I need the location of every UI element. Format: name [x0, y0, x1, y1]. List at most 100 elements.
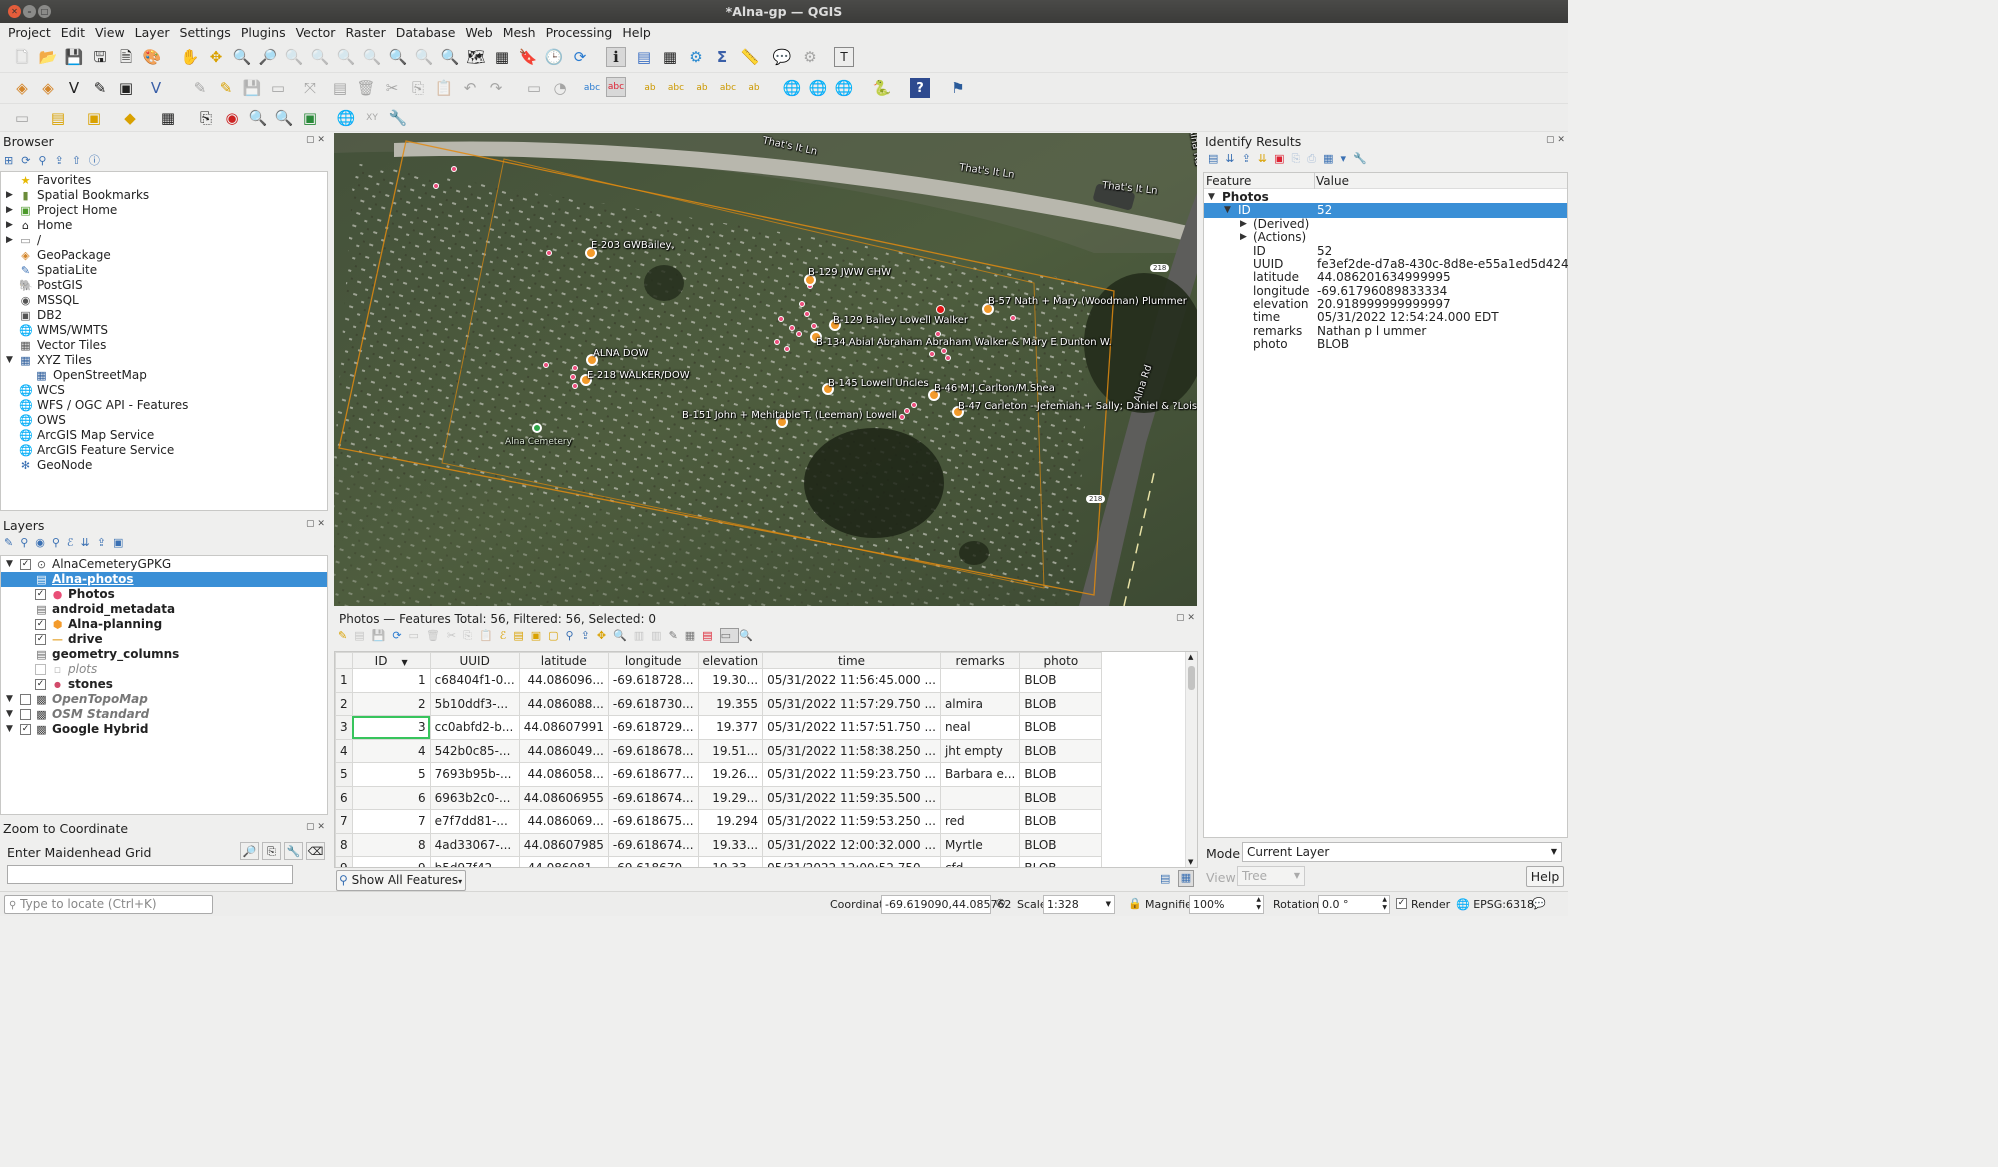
- cut-features-icon[interactable]: ✂: [382, 78, 402, 98]
- whats-this-icon[interactable]: ⚑: [948, 78, 968, 98]
- clear-icon[interactable]: ⌫: [306, 842, 325, 860]
- photo-point[interactable]: [572, 365, 578, 371]
- layer-group-alnacemeterygpkg[interactable]: ▼ ✓ ⊙ AlnaCemeteryGPKG: [1, 557, 327, 572]
- save-edits-icon[interactable]: 💾: [242, 78, 262, 98]
- deselect-all-icon[interactable]: ▣: [84, 108, 104, 128]
- photo-point[interactable]: [546, 250, 552, 256]
- delete-field-icon[interactable]: ▥: [651, 629, 668, 642]
- show-hide-labels-icon[interactable]: abc: [666, 78, 686, 98]
- menu-database[interactable]: Database: [396, 25, 456, 40]
- paste-icon[interactable]: 📋: [479, 629, 500, 642]
- render-checkbox[interactable]: ✓: [1396, 898, 1407, 909]
- layers-panel-float-icon[interactable]: ▢ ✕: [306, 519, 325, 529]
- layer-alna-photos[interactable]: ▤ Alna-photos: [1, 572, 327, 587]
- globe-icon[interactable]: 🌐: [336, 108, 356, 128]
- menu-vector[interactable]: Vector: [296, 25, 336, 40]
- copy-to-clipboard-icon[interactable]: ⎘: [196, 108, 216, 128]
- layer-checkbox[interactable]: ✓: [35, 634, 46, 645]
- save-project-icon[interactable]: 💾: [64, 47, 84, 67]
- menu-edit[interactable]: Edit: [61, 25, 85, 40]
- zoom-panel-float-icon[interactable]: ▢ ✕: [306, 822, 325, 832]
- table-row[interactable]: 8 8 4ad33067-... 44.08607985 -69.618674... 19…: [335, 832, 1103, 857]
- photo-point[interactable]: [941, 348, 947, 354]
- crs-status[interactable]: 🌐 EPSG:6318: [1456, 898, 1534, 911]
- new-3d-view-icon[interactable]: ▦: [492, 47, 512, 67]
- rotation-spinbox[interactable]: 0.0 ° ▲ ▼: [1318, 895, 1390, 914]
- attribute-table-icon[interactable]: ▤: [634, 47, 654, 67]
- open-project-icon[interactable]: 📂: [38, 47, 58, 67]
- layers-toolbar-icons[interactable]: ✎⚲◉⚲ℰ⇊⇪▣: [4, 536, 130, 549]
- menu-view[interactable]: View: [95, 25, 125, 40]
- paste-features-icon[interactable]: 📋: [434, 78, 454, 98]
- zoom-in-icon[interactable]: 🔍: [232, 47, 252, 67]
- field-calculator-icon[interactable]: ▦: [660, 47, 680, 67]
- table-row[interactable]: 5 5 7693b95b-... 44.086058... -69.618677... 1…: [335, 762, 1103, 787]
- show-all-features-button[interactable]: ⚲ Show All Features▾: [336, 870, 467, 891]
- selected-photo-point[interactable]: [936, 305, 945, 314]
- photo-point[interactable]: [774, 339, 780, 345]
- add-feature-icon[interactable]: ▭: [268, 78, 288, 98]
- select-rect-icon[interactable]: ▭: [12, 108, 32, 128]
- menu-help[interactable]: Help: [622, 25, 651, 40]
- select-all-icon[interactable]: ▤: [513, 629, 530, 642]
- photo-point[interactable]: [811, 323, 817, 329]
- scroll-down-icon[interactable]: ▼: [1188, 858, 1193, 866]
- magnifier-tool-icon[interactable]: 🔍: [248, 108, 268, 128]
- data-source-manager-icon[interactable]: ◈: [12, 78, 32, 98]
- column-header[interactable]: photo: [1019, 652, 1103, 669]
- menu-layer[interactable]: Layer: [135, 25, 170, 40]
- map-tips-icon[interactable]: 💬: [772, 47, 792, 67]
- gps-icon[interactable]: ◉: [222, 108, 242, 128]
- mode-select[interactable]: Current Layer ▼: [1242, 842, 1562, 862]
- photo-point[interactable]: [804, 311, 810, 317]
- view-select[interactable]: Tree ▼: [1237, 866, 1305, 886]
- locator-input[interactable]: ⚲ Type to locate (Ctrl+K): [4, 895, 213, 914]
- panel-float-icon[interactable]: ▢ ✕: [306, 135, 325, 145]
- menu-settings[interactable]: Settings: [180, 25, 231, 40]
- column-header[interactable]: UUID: [429, 652, 520, 669]
- redo-icon[interactable]: ↷: [486, 78, 506, 98]
- table-row[interactable]: 6 6 6963b2c0-... 44.08606955 -69.618674... 19…: [335, 785, 1103, 810]
- collapse-all-icon[interactable]: ⇪: [1242, 152, 1258, 165]
- pin-labels-icon[interactable]: ab: [640, 78, 660, 98]
- maximize-icon[interactable]: □: [38, 5, 51, 18]
- photo-point[interactable]: [433, 183, 439, 189]
- map-canvas[interactable]: That's It Ln That's It Ln That's It Ln A…: [334, 133, 1197, 606]
- dock-icon[interactable]: ▭: [719, 628, 739, 643]
- zoom-to-icon[interactable]: 🔎: [240, 842, 259, 860]
- minimize-icon[interactable]: –: [23, 5, 36, 18]
- menu-plugins[interactable]: Plugins: [241, 25, 286, 40]
- vertical-scrollbar[interactable]: ▲ ▼: [1185, 652, 1197, 867]
- pan-to-selected-icon[interactable]: ✥: [597, 629, 613, 642]
- bookmark-icon[interactable]: 🔖: [518, 47, 538, 67]
- table-row[interactable]: 3 3 cc0abfd2-b... 44.08607991 -69.618729... 1…: [335, 715, 1103, 740]
- delete-selected-icon[interactable]: 🗑: [356, 78, 376, 98]
- current-cell[interactable]: 3: [351, 715, 431, 740]
- identify-features-icon[interactable]: ℹ: [606, 47, 626, 67]
- multi-edit-icon[interactable]: ▤: [354, 629, 371, 642]
- form-view-icon[interactable]: ▤: [1160, 872, 1170, 885]
- column-header[interactable]: ID ▼: [351, 652, 431, 669]
- expand-tree-icon[interactable]: ▤: [1208, 152, 1225, 165]
- copy-features-icon[interactable]: ⎘: [408, 78, 428, 98]
- text-annotation-icon[interactable]: T: [834, 47, 854, 67]
- attribute-panel-float-icon[interactable]: ▢ ✕: [1176, 613, 1195, 623]
- coordinate-field[interactable]: -69.619090,44.085762: [881, 895, 1011, 914]
- layer-checkbox[interactable]: [20, 709, 31, 720]
- menu-mesh[interactable]: Mesh: [503, 25, 536, 40]
- copy-icon[interactable]: ⎘: [262, 842, 281, 860]
- identify-feature-row[interactable]: ▼ ID 52: [1204, 203, 1567, 218]
- new-virtual-layer-icon[interactable]: ▣: [116, 78, 136, 98]
- help-contents-icon[interactable]: ?: [910, 78, 930, 98]
- current-edits-icon[interactable]: ✎: [190, 78, 210, 98]
- browser-toolbar-icons[interactable]: ⊞⟳⚲⇪⇧ⓘ: [4, 152, 108, 168]
- photo-point[interactable]: [572, 383, 578, 389]
- add-feature-icon[interactable]: ▭: [409, 629, 426, 642]
- conditional-format-icon[interactable]: ▦: [685, 629, 702, 642]
- photo-point[interactable]: [945, 355, 951, 361]
- select-by-expression-icon[interactable]: ▤: [48, 108, 68, 128]
- photo-point[interactable]: [789, 325, 795, 331]
- add-vector-icon[interactable]: V: [146, 78, 166, 98]
- reload-icon[interactable]: ⟳: [392, 629, 408, 642]
- zoom-last-icon[interactable]: 🔍: [414, 47, 434, 67]
